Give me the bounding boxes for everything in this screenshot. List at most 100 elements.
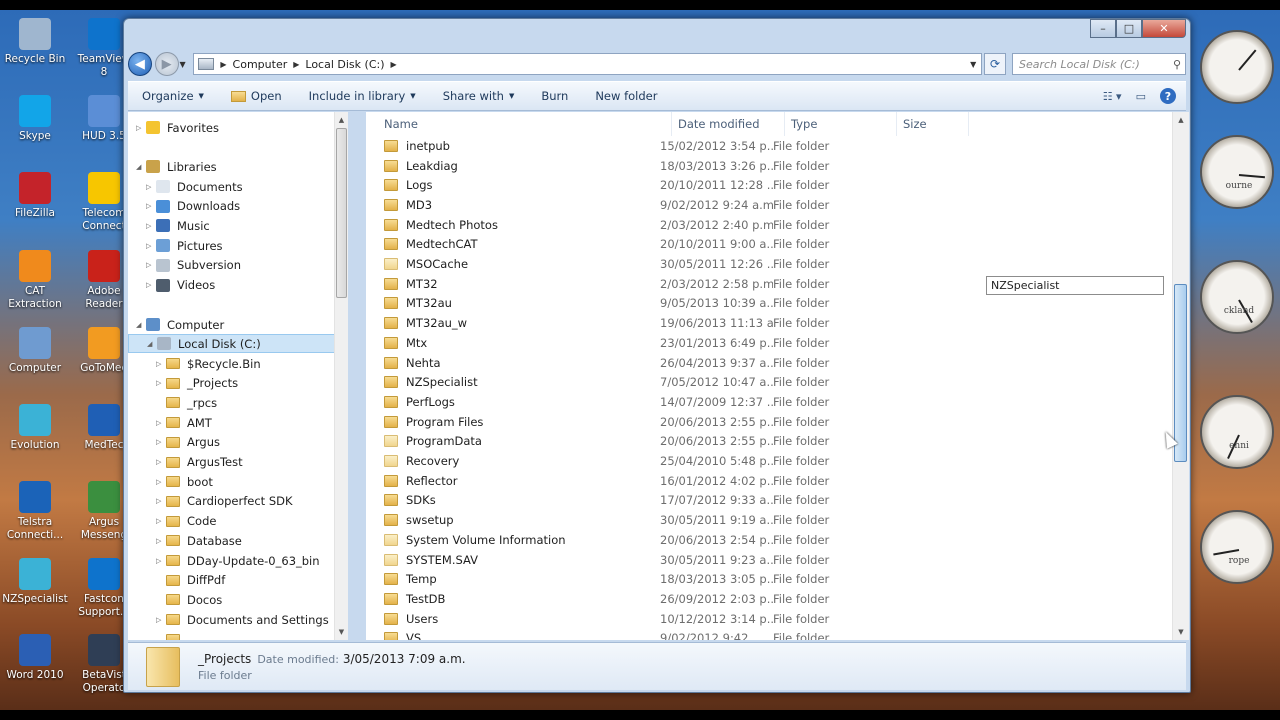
clock-gadget[interactable]: ourne (1200, 135, 1274, 209)
navigation-scrollbar[interactable]: ▲ ▼ (334, 112, 348, 640)
help-icon[interactable]: ? (1160, 88, 1176, 104)
type-column-header[interactable]: Type (785, 112, 897, 136)
tree-item-folder[interactable]: ▷ Database (156, 531, 242, 550)
collapse-arrow-icon[interactable]: ◢ (136, 321, 146, 329)
change-view-icon[interactable]: ☷ ▾ (1103, 90, 1122, 103)
file-row[interactable]: inetpub 15/02/2012 3:54 p.... File folder (366, 136, 1172, 156)
tree-item-folder[interactable]: _rpcs (156, 393, 217, 412)
close-button[interactable]: ✕ (1142, 19, 1186, 38)
file-row[interactable]: Logs 20/10/2011 12:28 ... File folder (366, 175, 1172, 195)
expand-arrow-icon[interactable]: ▷ (156, 557, 166, 565)
scroll-thumb[interactable] (336, 128, 347, 298)
include-in-library-button[interactable]: Include in library ▼ (309, 89, 416, 103)
tree-item-folder[interactable]: ▷ $Recycle.Bin (156, 354, 261, 373)
expand-arrow-icon[interactable]: ▷ (156, 537, 166, 545)
minimize-button[interactable]: – (1090, 19, 1116, 38)
breadcrumb-chevron-icon[interactable]: ▶ (293, 60, 299, 69)
file-row[interactable]: Medtech Photos 2/03/2012 2:40 p.m. File fo… (366, 215, 1172, 235)
desktop-icon-word[interactable]: Word 2010 (1, 634, 69, 682)
scroll-up-arrow[interactable]: ▲ (335, 112, 348, 128)
tree-item-folder[interactable]: ▷ Argus (156, 433, 220, 452)
tree-item-folder[interactable]: ▷ DDay-Update-0_63_bin (156, 551, 320, 570)
expand-arrow-icon[interactable]: ▷ (156, 419, 166, 427)
organize-button[interactable]: Organize ▼ (142, 89, 204, 103)
scroll-down-arrow[interactable]: ▼ (1173, 624, 1189, 640)
file-row[interactable]: ProgramData 20/06/2013 2:55 p.... File fol… (366, 432, 1172, 452)
file-row[interactable]: Temp 18/03/2013 3:05 p.... File folder (366, 569, 1172, 589)
file-row[interactable]: PerfLogs 14/07/2009 12:37 ... File folder (366, 392, 1172, 412)
tree-item-favorites[interactable]: ▷ Favorites (136, 118, 219, 137)
expand-arrow-icon[interactable]: ▷ (146, 242, 156, 250)
expand-arrow-icon[interactable]: ▷ (136, 124, 146, 132)
tree-item-folder[interactable]: ▷ ArgusTest (156, 453, 243, 472)
tree-item-folder[interactable]: ▷ _Projects (156, 374, 238, 393)
maximize-button[interactable]: □ (1116, 19, 1142, 38)
tree-item-folder[interactable]: ▷ Code (156, 512, 216, 531)
collapse-arrow-icon[interactable]: ◢ (147, 340, 157, 348)
file-row[interactable]: System Volume Information 20/06/2013 2:54… (366, 530, 1172, 550)
clock-gadget[interactable] (1200, 30, 1274, 104)
refresh-button[interactable]: ⟳ (984, 53, 1006, 75)
file-row[interactable]: SDKs 17/07/2012 9:33 a.... File folder (366, 491, 1172, 511)
file-row[interactable]: Nehta 26/04/2013 9:37 a.... File folder (366, 353, 1172, 373)
file-list-scrollbar[interactable]: ▲ ▼ (1172, 112, 1189, 640)
expand-arrow-icon[interactable]: ▷ (146, 183, 156, 191)
file-row[interactable]: Leakdiag 18/03/2013 3:26 p.... File folder (366, 156, 1172, 176)
tree-item-folder[interactable]: ▷ Documents and Settings (156, 610, 329, 629)
expand-arrow-icon[interactable]: ▷ (156, 360, 166, 368)
tree-item-local-disk[interactable]: ◢ Local Disk (C:) (128, 334, 340, 353)
address-history-dropdown[interactable]: ▼ (965, 60, 981, 69)
breadcrumb-local-disk[interactable]: Local Disk (C:) (305, 58, 384, 71)
date-modified-column-header[interactable]: Date modified (672, 112, 785, 136)
scroll-down-arrow[interactable]: ▼ (335, 624, 348, 640)
expand-arrow-icon[interactable]: ▷ (156, 438, 166, 446)
file-row[interactable]: Program Files 20/06/2013 2:55 p.... File f… (366, 412, 1172, 432)
clock-gadget[interactable]: enni (1200, 395, 1274, 469)
desktop-icon-cat-extraction[interactable]: CAT Extraction (1, 250, 69, 311)
desktop-icon-filezilla[interactable]: FileZilla (1, 172, 69, 220)
share-with-button[interactable]: Share with ▼ (443, 89, 515, 103)
burn-button[interactable]: Burn (541, 89, 568, 103)
desktop-icon-evolution[interactable]: Evolution (1, 404, 69, 452)
name-column-header[interactable]: Name (366, 112, 672, 136)
file-row[interactable]: MedtechCAT 20/10/2011 9:00 a.... File fold… (366, 235, 1172, 255)
tree-item-library-4[interactable]: ▷ Subversion (146, 256, 241, 275)
file-row[interactable]: MT32au 9/05/2013 10:39 a.... File folder (366, 294, 1172, 314)
expand-arrow-icon[interactable]: ▷ (146, 281, 156, 289)
expand-arrow-icon[interactable]: ▷ (156, 497, 166, 505)
expand-arrow-icon[interactable]: ▷ (146, 202, 156, 210)
file-row[interactable]: swsetup 30/05/2011 9:19 a.... File folder (366, 510, 1172, 530)
recent-pages-dropdown[interactable]: ▼ (180, 60, 190, 69)
new-folder-button[interactable]: New folder (595, 89, 657, 103)
tree-item-folder[interactable]: ▷ boot (156, 472, 213, 491)
file-row[interactable]: SYSTEM.SAV 30/05/2011 9:23 a.... File fold… (366, 550, 1172, 570)
size-column-header[interactable]: Size (897, 112, 969, 136)
scroll-thumb[interactable] (1174, 284, 1187, 462)
tree-item-library-3[interactable]: ▷ Pictures (146, 236, 223, 255)
tree-item-libraries[interactable]: ◢ Libraries (136, 157, 217, 176)
file-row[interactable]: VS 9/02/2012 9:42 ... File folder (366, 629, 1172, 640)
file-row[interactable]: Users 10/12/2012 3:14 p.... File folder (366, 609, 1172, 629)
expand-arrow-icon[interactable]: ▷ (156, 616, 166, 624)
desktop-icon-computer[interactable]: Computer (1, 327, 69, 375)
tree-item-library-5[interactable]: ▷ Videos (146, 276, 215, 295)
file-row[interactable]: MT32au_w 19/06/2013 11:13 a... File folder (366, 313, 1172, 333)
tree-item-library-1[interactable]: ▷ Downloads (146, 197, 240, 216)
file-row[interactable]: Reflector 16/01/2012 4:02 p.... File folde… (366, 471, 1172, 491)
preview-pane-icon[interactable]: ▭ (1136, 90, 1146, 103)
expand-arrow-icon[interactable]: ▷ (156, 379, 166, 387)
file-row[interactable]: MSOCache 30/05/2011 12:26 ... File folder (366, 254, 1172, 274)
file-row[interactable]: Recovery 25/04/2010 5:48 p.... File folder (366, 451, 1172, 471)
file-row[interactable]: NZSpecialist 7/05/2012 10:47 a.... File fo… (366, 372, 1172, 392)
expand-arrow-icon[interactable]: ▷ (156, 478, 166, 486)
tree-item-folder[interactable]: Docos (156, 590, 222, 609)
breadcrumb-computer[interactable]: Computer (233, 58, 288, 71)
clock-gadget[interactable]: rope (1200, 510, 1274, 584)
tree-item-folder[interactable]: ... (156, 630, 198, 640)
title-bar[interactable]: – □ ✕ (124, 19, 1190, 47)
search-input[interactable]: Search Local Disk (C:) ⚲ (1011, 53, 1187, 75)
tree-item-library-0[interactable]: ▷ Documents (146, 177, 243, 196)
expand-arrow-icon[interactable]: ▷ (146, 222, 156, 230)
expand-arrow-icon[interactable]: ▷ (156, 517, 166, 525)
clock-gadget[interactable]: ckland (1200, 260, 1274, 334)
